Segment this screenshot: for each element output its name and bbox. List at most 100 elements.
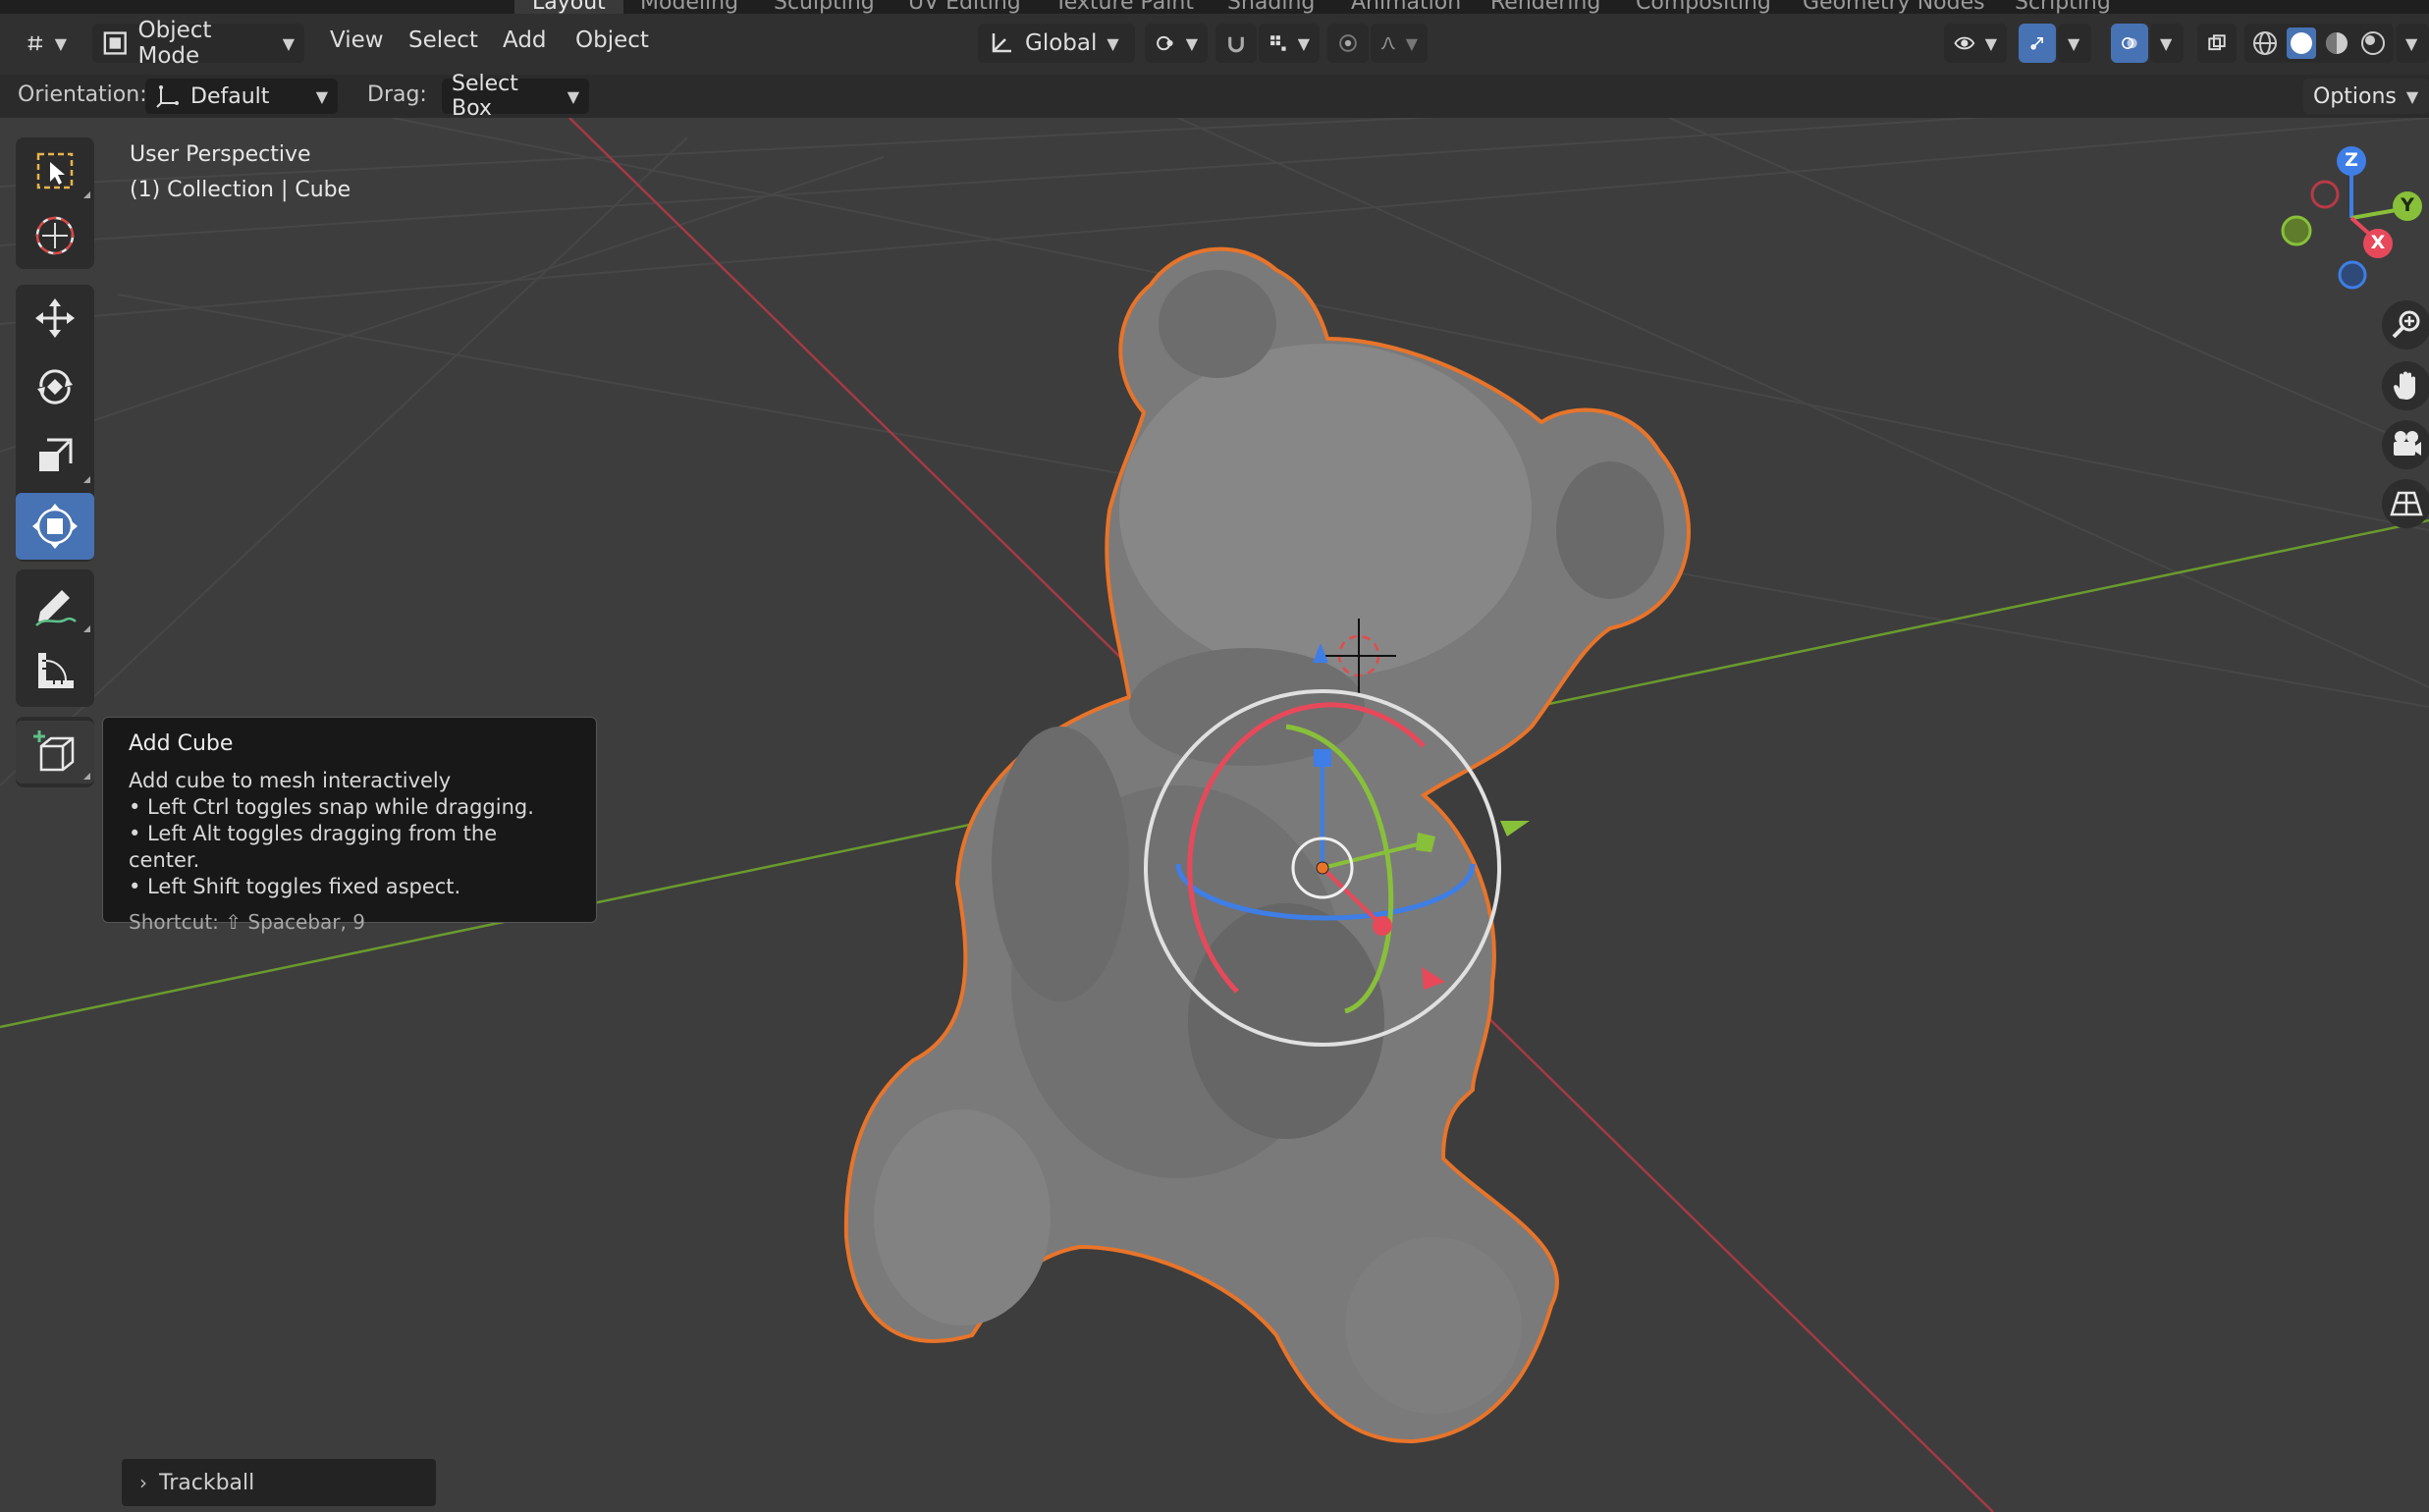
hand-icon — [2394, 371, 2415, 400]
last-operator-panel[interactable]: › Trackball — [122, 1459, 436, 1506]
object-visibility-dropdown[interactable]: ▼ — [1944, 24, 2007, 63]
move-tool[interactable] — [16, 287, 94, 350]
chevron-down-icon: ▼ — [315, 86, 328, 106]
options-dropdown[interactable]: Options ▼ — [2303, 79, 2429, 114]
chevron-down-icon: ▼ — [1984, 33, 1997, 53]
chevron-down-icon: ▼ — [2405, 33, 2418, 53]
tab-modeling[interactable]: Modeling — [640, 0, 738, 14]
tool-settings-bar: Orientation: Default ▼ Drag: Select Box … — [0, 72, 2429, 121]
tab-scripting[interactable]: Scripting — [2015, 0, 2111, 14]
active-object-path: (1) Collection | Cube — [130, 178, 351, 202]
gizmo-y-label[interactable]: Y — [2400, 194, 2415, 216]
tool-group-add — [16, 717, 94, 787]
select-box-icon — [36, 152, 74, 189]
menu-select[interactable]: Select — [408, 27, 478, 53]
tab-layout[interactable]: Layout — [514, 0, 623, 14]
tooltip-add-cube: Add Cube Add cube to mesh interactively … — [102, 717, 597, 934]
material-sphere-icon — [2326, 32, 2348, 54]
move-arrows-icon — [35, 298, 75, 338]
pencil-icon — [35, 590, 77, 626]
snap-increment-icon — [1270, 35, 1286, 51]
orientation-label: Global — [1025, 30, 1098, 56]
editor-type-button[interactable]: ▼ — [16, 24, 77, 63]
transform-tool[interactable] — [16, 493, 94, 560]
mode-dropdown[interactable]: Object Mode ▼ — [92, 18, 304, 69]
overlays-options-dropdown[interactable]: ▼ — [2150, 24, 2184, 63]
orientation-axes-icon — [156, 85, 179, 108]
select-box-tool[interactable] — [16, 139, 94, 202]
transform-orientation-dropdown[interactable]: Global ▼ — [978, 24, 1135, 63]
camera-view-button[interactable] — [2382, 420, 2429, 469]
pivot-icon — [1157, 35, 1173, 51]
pan-button[interactable] — [2382, 361, 2429, 410]
gizmo-x-label[interactable]: X — [2370, 232, 2386, 253]
orientation-value: Default — [190, 83, 270, 109]
gizmo-options-dropdown[interactable]: ▼ — [2058, 24, 2091, 63]
show-overlays-toggle[interactable] — [2111, 24, 2148, 63]
zoom-button[interactable] — [2382, 300, 2429, 350]
measure-tool[interactable] — [16, 640, 94, 703]
view-name: User Perspective — [130, 142, 311, 167]
shading-options-dropdown[interactable]: ▼ — [2396, 24, 2429, 63]
show-gizmo-toggle[interactable] — [2019, 24, 2056, 63]
tab-texture-paint[interactable]: Texture Paint — [1054, 0, 1194, 14]
options-label: Options — [2313, 83, 2397, 109]
falloff-dropdown[interactable]: ▼ — [1371, 24, 1428, 63]
last-operator-label: Trackball — [159, 1470, 255, 1495]
tool-group-annotate — [16, 569, 94, 707]
tooltip-title: Add Cube — [129, 731, 234, 756]
rotate-icon — [37, 369, 73, 405]
snap-toggle[interactable] — [1215, 24, 1257, 63]
scale-icon — [39, 438, 73, 471]
perspective-toggle-button[interactable] — [2382, 479, 2429, 528]
menu-object[interactable]: Object — [575, 27, 649, 53]
menu-add[interactable]: Add — [503, 27, 547, 53]
xray-toggle[interactable] — [2197, 24, 2237, 63]
gizmo-icon — [2030, 37, 2043, 50]
overlays-icon — [2122, 37, 2137, 49]
chevron-down-icon: ▼ — [567, 86, 579, 106]
chevron-down-icon: ▼ — [1107, 33, 1119, 53]
tab-shading[interactable]: Shading — [1227, 0, 1315, 14]
tab-geometry-nodes[interactable]: Geometry Nodes — [1803, 0, 1985, 14]
menu-view[interactable]: View — [330, 27, 384, 53]
falloff-curve-icon — [1380, 36, 1395, 50]
proportional-editing-toggle[interactable] — [1327, 24, 1369, 63]
tooltip-bullet: • Left Alt toggles dragging from the cen… — [129, 822, 498, 872]
drag-dropdown[interactable]: Select Box ▼ — [442, 72, 589, 121]
add-cube-tool[interactable] — [16, 721, 94, 783]
chevron-down-icon: ▼ — [1297, 33, 1310, 53]
ruler-icon — [38, 653, 74, 688]
editor-type-icon — [27, 35, 43, 51]
rotate-tool[interactable] — [16, 355, 94, 418]
tab-compositing[interactable]: Compositing — [1636, 0, 1771, 14]
gizmo-z-label[interactable]: Z — [2344, 149, 2359, 171]
mode-label: Object Mode — [137, 18, 212, 69]
chevron-down-icon: ▼ — [1405, 33, 1418, 53]
tooltip-shortcut: Shortcut: ⇧ Spacebar, 9 — [129, 910, 365, 934]
eye-icon — [1954, 36, 1975, 50]
solid-shading-button[interactable] — [2286, 27, 2316, 59]
tab-rendering[interactable]: Rendering — [1490, 0, 1600, 14]
chevron-down-icon: ▼ — [2068, 33, 2080, 53]
scale-tool[interactable] — [16, 424, 94, 487]
chevron-down-icon: ▼ — [2405, 86, 2419, 106]
wireframe-sphere-icon — [2253, 31, 2278, 55]
rendered-sphere-icon — [2360, 31, 2385, 55]
tab-uv-editing[interactable]: UV Editing — [908, 0, 1021, 14]
wireframe-shading-button[interactable] — [2250, 27, 2281, 59]
material-shading-button[interactable] — [2322, 27, 2352, 59]
tab-animation[interactable]: Animation — [1351, 0, 1461, 14]
viewport-info: User Perspective (1) Collection | Cube — [130, 137, 351, 208]
drag-label: Drag: — [367, 82, 427, 107]
workspace-tab-bar: Layout Modeling Sculpting UV Editing Tex… — [0, 0, 2429, 14]
transform-icon — [32, 504, 78, 549]
tab-sculpting[interactable]: Sculpting — [774, 0, 875, 14]
cursor-tool[interactable] — [16, 204, 94, 267]
orientation-dropdown[interactable]: Default ▼ — [145, 79, 338, 114]
rendered-shading-button[interactable] — [2358, 27, 2389, 59]
orientation-icon — [992, 33, 1011, 53]
pivot-point-dropdown[interactable]: ▼ — [1145, 24, 1208, 63]
snap-target-dropdown[interactable]: ▼ — [1259, 24, 1320, 63]
annotate-tool[interactable] — [16, 573, 94, 636]
